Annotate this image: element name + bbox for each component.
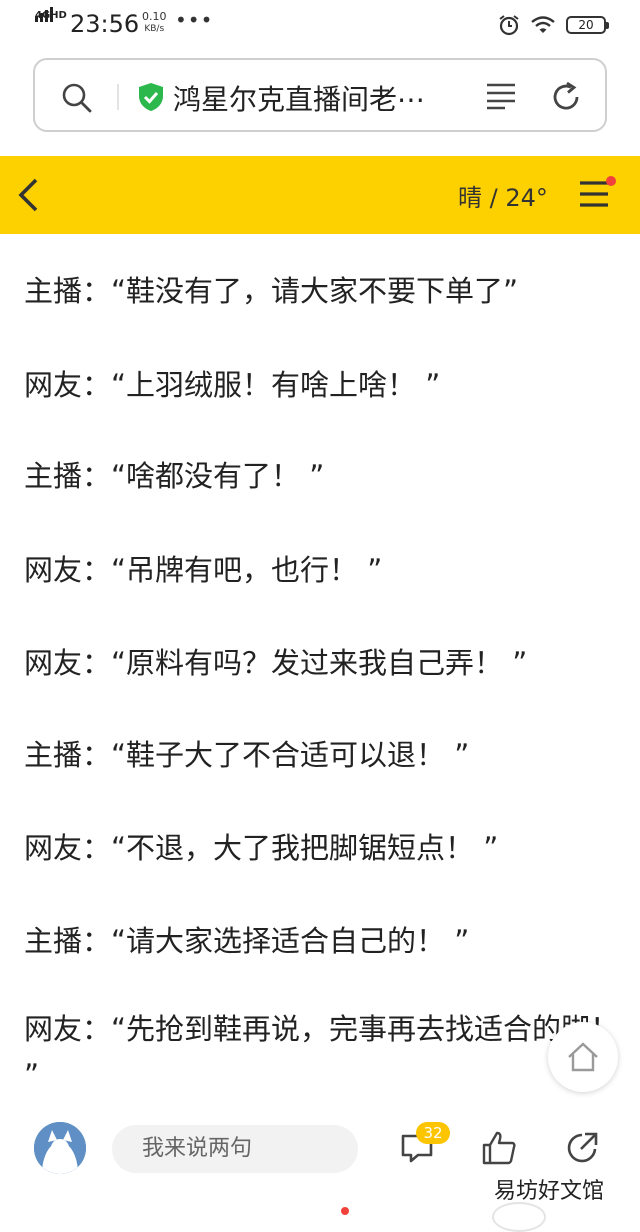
speed-unit: KB/s	[144, 24, 165, 34]
dialogue-line: 主播：“请大家选择适合自己的！ ”	[24, 918, 469, 960]
home-button[interactable]	[548, 1022, 618, 1092]
bottom-action-bar: 我来说两句 32 易坊好文馆	[0, 1100, 640, 1232]
battery-indicator: 20	[566, 16, 609, 34]
speaker-label: 主播：	[24, 459, 112, 493]
dialogue-line: 网友：“先抢到鞋再说，完事再去找适合的脚！ ”	[24, 1006, 624, 1098]
quote-text: “鞋子大了不合适可以退！ ”	[111, 738, 470, 772]
search-icon[interactable]	[61, 82, 93, 114]
quote-text: “先抢到鞋再说，完事再去找适合的脚！ ”	[24, 1012, 620, 1092]
dialogue-line: 网友：“上羽绒服！有啥上啥！ ”	[24, 362, 440, 404]
speaker-label: 网友：	[24, 831, 112, 865]
article-header: 晴 / 24°	[0, 156, 640, 234]
status-right: 20	[498, 12, 609, 38]
speaker-label: 主播：	[24, 924, 112, 958]
home-icon	[568, 1042, 598, 1072]
quote-text: “上羽绒服！有啥上啥！ ”	[111, 368, 441, 402]
speed-value: 0.10	[142, 10, 167, 23]
reload-icon[interactable]	[549, 80, 583, 114]
dialogue-line: 网友：“原料有吗？发过来我自己弄！ ”	[24, 640, 527, 682]
divider	[117, 84, 119, 110]
dialogue-line: 主播：“鞋子大了不合适可以退！ ”	[24, 732, 469, 774]
nav-indicator-dot	[341, 1207, 349, 1215]
watermark: 易坊好文馆	[494, 1179, 605, 1204]
shield-check-icon	[139, 83, 163, 111]
clock: 23:56	[70, 10, 140, 38]
thumbs-up-icon[interactable]	[481, 1130, 517, 1166]
share-icon[interactable]	[565, 1131, 599, 1165]
speaker-label: 网友：	[24, 1012, 112, 1046]
quote-text: “不退，大了我把脚锯短点！ ”	[111, 831, 499, 865]
quote-text: “原料有吗？发过来我自己弄！ ”	[111, 646, 528, 680]
avatar[interactable]	[34, 1122, 86, 1174]
hamburger-menu-icon[interactable]	[578, 178, 610, 210]
user-avatar-icon	[34, 1122, 86, 1174]
speaker-label: 网友：	[24, 368, 112, 402]
network-speed: 0.10 KB/s	[142, 11, 167, 35]
alarm-icon	[499, 15, 519, 36]
comment-count-badge: 32	[416, 1122, 450, 1144]
nav-handle	[492, 1202, 546, 1232]
quote-text: “啥都没有了！ ”	[111, 459, 325, 493]
speaker-label: 主播：	[24, 738, 112, 772]
wifi-icon	[531, 16, 555, 33]
page-title[interactable]: 鸿星尔克直播间老⋯	[173, 78, 425, 118]
speaker-label: 主播：	[24, 274, 112, 308]
comment-input[interactable]: 我来说两句	[112, 1125, 358, 1173]
notification-dot	[606, 176, 616, 186]
dialogue-line: 网友：“吊牌有吧，也行！ ”	[24, 547, 382, 589]
status-overflow: •••	[175, 8, 214, 32]
speaker-label: 网友：	[24, 553, 112, 587]
dialogue-line: 主播：“鞋没有了，请大家不要下单了”	[24, 268, 518, 310]
browser-address-bar[interactable]: 鸿星尔克直播间老⋯	[33, 58, 607, 132]
battery-level: 20	[578, 18, 594, 32]
speaker-label: 网友：	[24, 646, 112, 680]
quote-text: “吊牌有吧，也行！ ”	[111, 553, 383, 587]
status-bar: 4GHD 23:56 0.10 KB/s ••• 20	[0, 0, 640, 52]
weather-label: 晴 / 24°	[458, 184, 548, 212]
dialogue-line: 网友：“不退，大了我把脚锯短点！ ”	[24, 825, 498, 867]
quote-text: “鞋没有了，请大家不要下单了”	[111, 274, 519, 308]
chevron-left-icon[interactable]	[14, 176, 44, 214]
list-icon[interactable]	[485, 82, 517, 110]
quote-text: “请大家选择适合自己的！ ”	[111, 924, 470, 958]
dialogue-line: 主播：“啥都没有了！ ”	[24, 453, 324, 495]
